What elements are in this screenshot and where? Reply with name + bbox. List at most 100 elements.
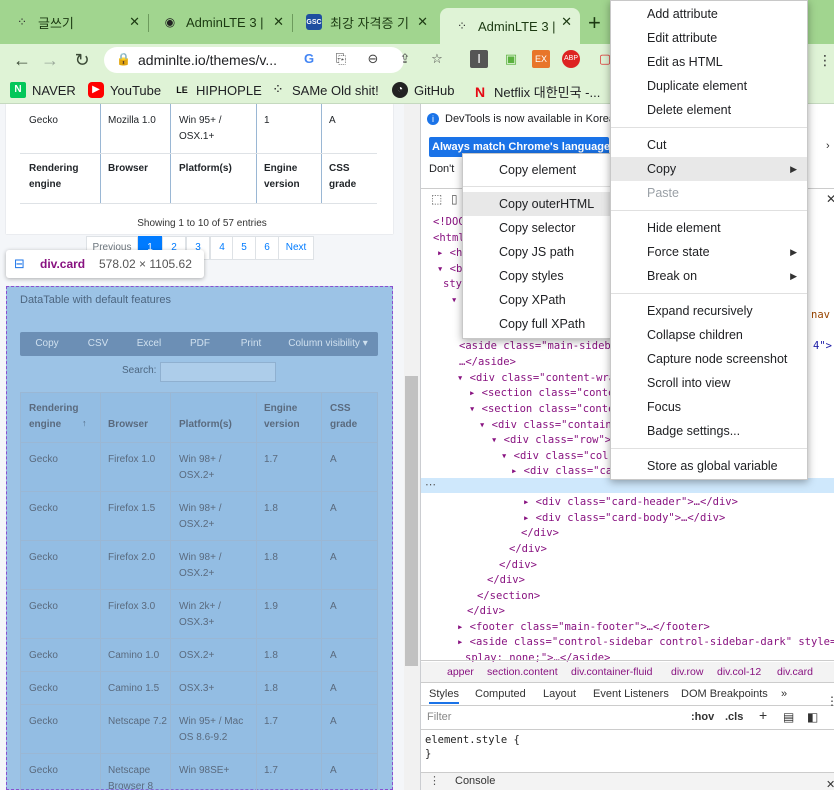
dom-node[interactable]: <html (433, 232, 465, 244)
column-header[interactable]: Rendering engine (29, 401, 81, 433)
back-icon[interactable]: ← (10, 48, 34, 72)
adblock-icon[interactable]: ABP (562, 50, 580, 68)
menu-duplicate-element[interactable]: Duplicate element (611, 74, 807, 98)
menu-copy-js-path[interactable]: Copy JS path (463, 240, 613, 264)
dom-node[interactable]: </section> (477, 590, 540, 602)
dom-node[interactable]: ▾ <div class="row"> (491, 434, 611, 446)
share-icon[interactable]: ⇪ (396, 50, 414, 68)
more-icon[interactable]: ⋮ (826, 694, 834, 708)
menu-collapse-children[interactable]: Collapse children (611, 323, 807, 347)
styles-filter-input[interactable]: Filter (427, 711, 451, 723)
inspect-element-icon[interactable]: ⬚ (431, 192, 442, 206)
breadcrumb-item[interactable]: div.col-12 (717, 666, 761, 678)
breadcrumb-item[interactable]: div.row (671, 666, 703, 678)
menu-store-as-global-variable[interactable]: Store as global variable (611, 454, 807, 478)
dom-node[interactable]: ▸ <div class="card-header">…</div> (523, 496, 738, 508)
search-input[interactable] (160, 362, 276, 382)
menu-copy-element[interactable]: Copy element (463, 158, 613, 182)
menu-badge-settings[interactable]: Badge settings... (611, 419, 807, 443)
tab-4-active[interactable]: ⁘ AdminLTE 3 | ✕ (440, 8, 580, 44)
bookmark-same-old-shit[interactable]: ⁘ SAMe Old shit! (270, 82, 379, 98)
bookmark-star-icon[interactable]: ☆ (428, 50, 446, 68)
bookmark-github[interactable]: ◔ GitHub (392, 82, 454, 98)
dom-node[interactable]: </div> (509, 543, 547, 555)
dom-node[interactable]: </div> (521, 527, 559, 539)
pagination-page-6[interactable]: 6 (255, 236, 279, 260)
bookmark-netflix[interactable]: N Netflix 대한민국 -... (472, 82, 600, 101)
breadcrumb-item[interactable]: div.container-fluid (571, 666, 653, 678)
extension-i-icon[interactable]: I (470, 50, 488, 68)
extension-screen-icon[interactable]: ▣ (502, 50, 520, 68)
zoom-icon[interactable]: ⊖ (364, 50, 382, 68)
address-bar[interactable]: 🔒 adminlte.io/themes/v... (104, 47, 404, 73)
menu-hide-element[interactable]: Hide element (611, 216, 807, 240)
dom-node[interactable]: </div> (487, 574, 525, 586)
ellipsis-icon[interactable]: ⋯ (425, 478, 436, 491)
menu-force-state[interactable]: Force state ▶ (611, 240, 807, 264)
chevron-right-icon[interactable]: › (826, 140, 830, 152)
menu-break-on[interactable]: Break on ▶ (611, 264, 807, 288)
dom-node[interactable]: ▸ <footer class="main-footer">…</footer> (457, 621, 710, 633)
pagination-page-5[interactable]: 5 (232, 236, 256, 260)
styles-tab[interactable]: Event Listeners (593, 688, 669, 700)
close-icon[interactable]: ✕ (826, 192, 834, 206)
dom-node[interactable]: sty (443, 278, 462, 290)
column-header[interactable]: CSS grade (330, 401, 360, 433)
bookmark-naver[interactable]: N NAVER (10, 82, 76, 98)
dom-node[interactable]: </div> (467, 605, 505, 617)
dom-node[interactable]: <!DOC (433, 216, 465, 228)
menu-copy[interactable]: Copy ▶ (611, 157, 807, 181)
dom-node[interactable]: ▾ <div class="container (479, 419, 624, 431)
breadcrumb-item[interactable]: div.card (777, 666, 813, 678)
menu-cut[interactable]: Cut (611, 133, 807, 157)
hov-toggle[interactable]: :hov (691, 711, 714, 723)
paint-icon[interactable]: ▤ (783, 710, 794, 724)
dom-node[interactable]: ▾ <div class="col-1 (501, 450, 621, 462)
column-header[interactable]: Engine version (264, 401, 312, 433)
dom-node[interactable]: </div> (499, 559, 537, 571)
menu-copy-full-xpath[interactable]: Copy full XPath (463, 312, 613, 336)
dom-node[interactable]: ▸ <div class="card (511, 465, 625, 477)
copy-button[interactable]: Copy (20, 332, 74, 356)
extension-ex-icon[interactable]: EX (532, 50, 550, 68)
sort-asc-icon[interactable]: ↑ (82, 418, 87, 428)
menu-scroll-into-view[interactable]: Scroll into view (611, 371, 807, 395)
menu-focus[interactable]: Focus (611, 395, 807, 419)
close-icon[interactable]: ✕ (129, 14, 140, 30)
menu-capture-node-screenshot[interactable]: Capture node screenshot (611, 347, 807, 371)
menu-copy-styles[interactable]: Copy styles (463, 264, 613, 288)
console-drawer[interactable]: ⋮ Console (421, 772, 834, 790)
dont-show-button[interactable]: Don't (429, 163, 454, 175)
csv-button[interactable]: CSV (74, 332, 122, 356)
translate-icon[interactable]: ⎘ (332, 50, 350, 68)
close-icon[interactable]: ✕ (561, 14, 572, 30)
device-toolbar-icon[interactable]: ▯ (451, 192, 458, 206)
menu-expand-recursively[interactable]: Expand recursively (611, 299, 807, 323)
styles-tab[interactable]: Layout (543, 688, 576, 700)
print-button[interactable]: Print (224, 332, 278, 356)
reload-icon[interactable]: ↻ (70, 48, 94, 72)
styles-tab[interactable]: DOM Breakpoints (681, 688, 768, 700)
dom-node[interactable]: ▸ <section class="content (469, 387, 627, 399)
page-scrollbar-thumb[interactable] (405, 376, 418, 666)
pagination-next[interactable]: Next (278, 236, 314, 260)
column-header[interactable]: Platform(s) (179, 417, 232, 433)
dom-node[interactable]: <aside class="main-sideba (459, 340, 617, 352)
tab-3[interactable]: GSC 최강 자격증 기 ✕ (292, 8, 436, 36)
menu-add-attribute[interactable]: Add attribute (611, 2, 807, 26)
close-icon[interactable]: ✕ (826, 778, 834, 791)
menu-copy-xpath[interactable]: Copy XPath (463, 288, 613, 312)
pdf-button[interactable]: PDF (176, 332, 224, 356)
close-icon[interactable]: ✕ (273, 14, 284, 30)
drawer-menu-icon[interactable]: ⋮ (429, 774, 440, 787)
menu-copy-outerhtml[interactable]: Copy outerHTML (463, 192, 613, 216)
dom-node[interactable]: ▾ <section class="content (469, 403, 627, 415)
console-tab[interactable]: Console (455, 775, 495, 787)
pagination-page-4[interactable]: 4 (210, 236, 234, 260)
menu-delete-element[interactable]: Delete element (611, 98, 807, 122)
styles-tab[interactable]: Computed (475, 688, 526, 700)
column-header[interactable]: Browser (108, 417, 148, 433)
excel-button[interactable]: Excel (122, 332, 176, 356)
new-tab-button[interactable]: + (588, 10, 601, 36)
element-style-rule[interactable]: element.style { (425, 734, 520, 746)
